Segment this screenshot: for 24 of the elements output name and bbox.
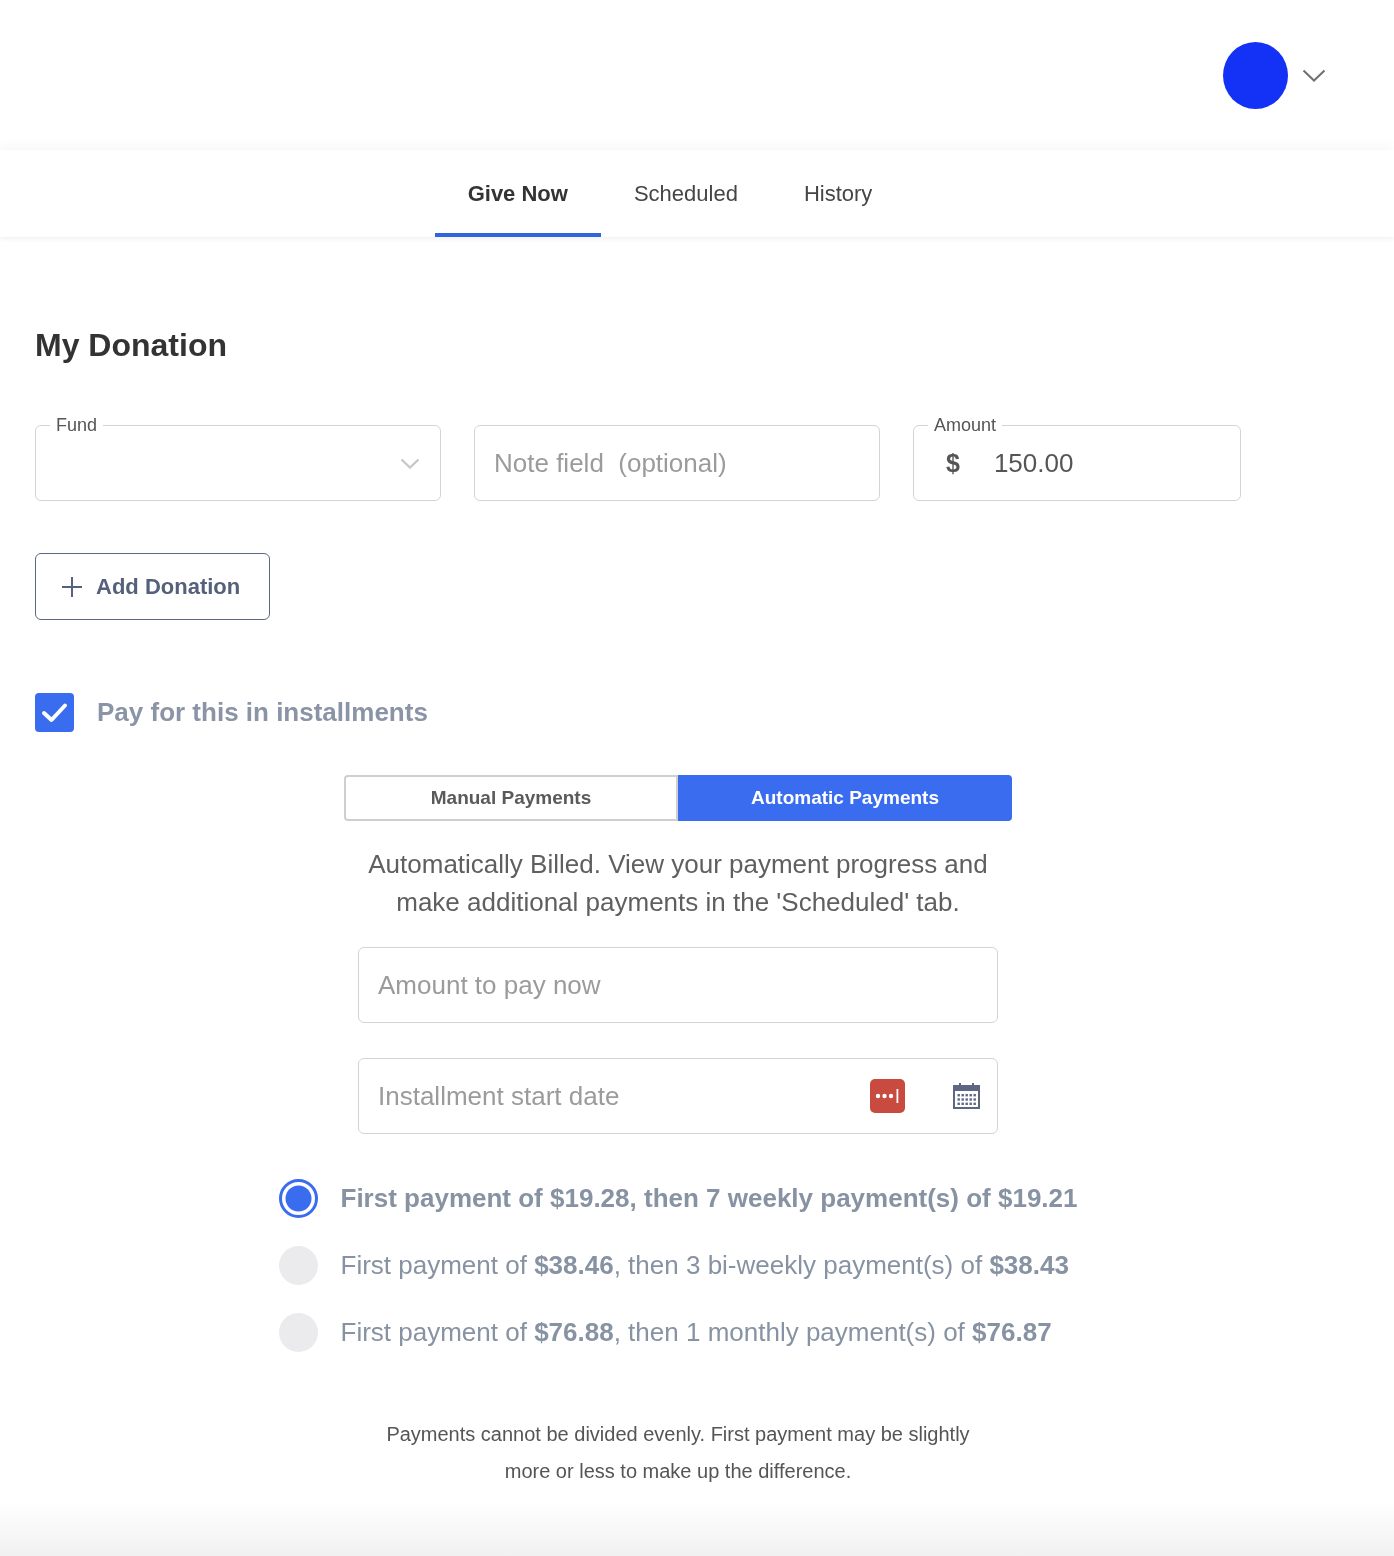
amount-value: 150.00 (993, 447, 1074, 479)
field-label: Amount (933, 415, 998, 435)
checkbox[interactable] (35, 693, 74, 732)
field-label: Fund (55, 415, 99, 435)
plus-icon (62, 576, 82, 597)
amount-now-field[interactable]: Amount to pay now (358, 947, 998, 1023)
tab[interactable]: History (770, 150, 906, 237)
calendar-icon[interactable] (953, 1082, 980, 1109)
note-field[interactable]: Note field (optional) (474, 425, 880, 501)
payment-mode-tab[interactable]: Automatic Payments (678, 775, 1012, 821)
chevron-down-icon[interactable] (1302, 68, 1326, 82)
add-donation-button[interactable]: Add Donation (35, 553, 270, 620)
ellipsis-icon[interactable] (870, 1079, 905, 1113)
radio-button[interactable] (278, 1179, 318, 1218)
amount-field[interactable]: Amount $ 150.00 (913, 415, 1241, 501)
tab[interactable]: Give Now (434, 150, 601, 237)
start-date-field[interactable]: Installment start date (358, 1058, 998, 1134)
description-text: Automatically Billed. View your payment progress and make additional payments in the 'Scheduled' tab. (367, 848, 989, 919)
fund-select[interactable]: Fund (35, 415, 441, 501)
tab[interactable]: Scheduled (600, 150, 771, 237)
footnote-text: Payments cannot be divided evenly. First payment may be slightly more or less to make up the difference. (385, 1422, 971, 1484)
currency-symbol: $ (946, 448, 960, 478)
payment-mode-tab[interactable]: Manual Payments (344, 775, 678, 821)
section-title: My Donation (35, 326, 227, 365)
